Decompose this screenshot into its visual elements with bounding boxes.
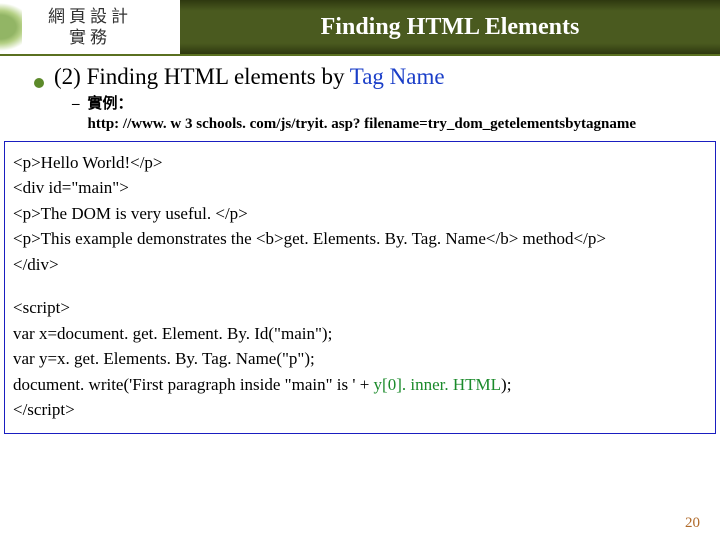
slide-body: (2) Finding HTML elements by Tag Name – … [0,56,720,135]
code-line: <div id="main"> [13,175,707,201]
page-number: 20 [685,515,700,532]
course-title: 網頁設計 實務 [0,0,180,54]
bullet-text: (2) Finding HTML elements by Tag Name [54,64,445,90]
code-line: <p>Hello World!</p> [13,150,707,176]
code-line: <p>The DOM is very useful. </p> [13,201,707,227]
code-highlight: y[0]. inner. HTML [374,375,501,394]
code-line: <p>This example demonstrates the <b>get.… [13,226,707,252]
course-title-line2: 實務 [69,27,111,48]
code-line: </div> [13,252,707,278]
slide-title: Finding HTML Elements [180,0,720,54]
bullet-icon [34,78,44,88]
code-line: var x=document. get. Element. By. Id("ma… [13,321,707,347]
main-bullet: (2) Finding HTML elements by Tag Name [34,64,708,90]
slide-header: 網頁設計 實務 Finding HTML Elements [0,0,720,54]
example-url: http: //www. w 3 schools. com/js/tryit. … [88,116,650,132]
bullet-link: Tag Name [350,64,445,89]
code-line: </script> [13,397,707,423]
sub-bullet: – 實例： http: //www. w 3 schools. com/js/t… [34,94,708,135]
code-line: <script> [13,295,707,321]
code-frag: ); [501,375,511,394]
code-frag: document. write('First paragraph inside … [13,375,374,394]
course-title-line1: 網頁設計 [48,6,132,27]
code-box: <p>Hello World!</p> <div id="main"> <p>T… [4,141,716,434]
code-line: document. write('First paragraph inside … [13,372,707,398]
bullet-prefix: (2) Finding HTML elements by [54,64,350,89]
example-label: 實例： [88,95,133,112]
dash-icon: – [72,94,80,135]
code-line: var y=x. get. Elements. By. Tag. Name("p… [13,346,707,372]
